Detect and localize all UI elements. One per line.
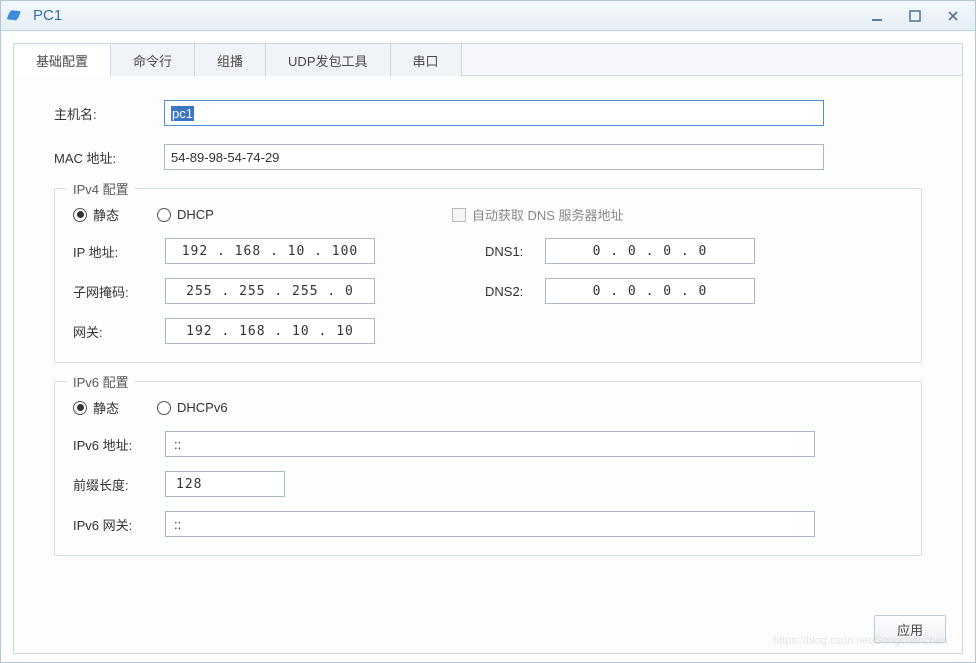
tab-cli[interactable]: 命令行 bbox=[111, 44, 195, 76]
ipv6-addr-row: IPv6 地址: :: bbox=[73, 431, 903, 457]
radio-icon bbox=[157, 208, 171, 222]
dns2-input[interactable]: 0 . 0 . 0 . 0 bbox=[545, 278, 755, 304]
radio-icon bbox=[73, 208, 87, 222]
apply-label: 应用 bbox=[897, 620, 923, 639]
ipv6-prefix-input[interactable]: 128 bbox=[165, 471, 285, 497]
hostname-label: 主机名: bbox=[54, 104, 164, 123]
maximize-button[interactable] bbox=[899, 5, 931, 27]
radio-icon bbox=[157, 401, 171, 415]
gw-input[interactable]: 192 . 168 . 10 . 10 bbox=[165, 318, 375, 344]
content-frame: 基础配置 命令行 组播 UDP发包工具 串口 主机名: pc1 MAC 地址: … bbox=[13, 43, 963, 654]
tab-bar: 基础配置 命令行 组播 UDP发包工具 串口 bbox=[14, 44, 962, 76]
ipv4-dhcp-radio[interactable]: DHCP bbox=[157, 207, 214, 222]
mac-input[interactable]: 54-89-98-54-74-29 bbox=[164, 144, 824, 170]
auto-dns-checkbox[interactable]: 自动获取 DNS 服务器地址 bbox=[452, 205, 624, 224]
mask-value: 255 . 255 . 255 . 0 bbox=[186, 284, 354, 299]
ipv6-prefix-value: 128 bbox=[176, 477, 202, 492]
ipv4-gw-row: 网关: 192 . 168 . 10 . 10 bbox=[73, 318, 903, 344]
dns1-value: 0 . 0 . 0 . 0 bbox=[593, 244, 708, 259]
ipv4-static-radio[interactable]: 静态 bbox=[73, 205, 119, 224]
dns1-label: DNS1: bbox=[485, 244, 545, 259]
ip-input[interactable]: 192 . 168 . 10 . 100 bbox=[165, 238, 375, 264]
dns2-label: DNS2: bbox=[485, 284, 545, 299]
ipv6-addr-label: IPv6 地址: bbox=[73, 435, 165, 454]
minimize-button[interactable] bbox=[861, 5, 893, 27]
ipv4-radio-row: 静态 DHCP 自动获取 DNS 服务器地址 bbox=[73, 205, 903, 224]
checkbox-icon bbox=[452, 208, 466, 222]
hostname-value: pc1 bbox=[171, 106, 194, 121]
dns2-value: 0 . 0 . 0 . 0 bbox=[593, 284, 708, 299]
ipv6-gw-value: :: bbox=[174, 517, 181, 532]
ipv6-gw-row: IPv6 网关: :: bbox=[73, 511, 903, 537]
button-bar: 应用 bbox=[14, 607, 962, 653]
app-icon bbox=[7, 7, 25, 25]
ipv6-static-radio[interactable]: 静态 bbox=[73, 398, 119, 417]
ipv4-mask-row: 子网掩码: 255 . 255 . 255 . 0 DNS2: 0 . 0 . … bbox=[73, 278, 903, 304]
ip-label: IP 地址: bbox=[73, 242, 165, 261]
window-title: PC1 bbox=[33, 7, 855, 24]
hostname-input[interactable]: pc1 bbox=[164, 100, 824, 126]
title-bar: PC1 bbox=[1, 1, 975, 31]
tab-body: 主机名: pc1 MAC 地址: 54-89-98-54-74-29 IPv4 … bbox=[14, 76, 962, 607]
tab-basic-config[interactable]: 基础配置 bbox=[14, 45, 111, 77]
mask-label: 子网掩码: bbox=[73, 282, 165, 301]
mac-value: 54-89-98-54-74-29 bbox=[171, 150, 279, 165]
ipv4-static-label: 静态 bbox=[93, 205, 119, 224]
ipv6-dhcpv6-label: DHCPv6 bbox=[177, 400, 228, 415]
hostname-row: 主机名: pc1 bbox=[54, 100, 922, 126]
tab-multicast[interactable]: 组播 bbox=[195, 44, 266, 76]
ipv4-legend: IPv4 配置 bbox=[67, 179, 135, 198]
gw-value: 192 . 168 . 10 . 10 bbox=[186, 324, 354, 339]
ipv4-ip-row: IP 地址: 192 . 168 . 10 . 100 DNS1: 0 . 0 … bbox=[73, 238, 903, 264]
ipv6-prefix-label: 前缀长度: bbox=[73, 475, 165, 494]
ipv6-gw-input[interactable]: :: bbox=[165, 511, 815, 537]
gw-label: 网关: bbox=[73, 322, 165, 341]
ipv6-addr-input[interactable]: :: bbox=[165, 431, 815, 457]
mac-label: MAC 地址: bbox=[54, 148, 164, 167]
close-button[interactable] bbox=[937, 5, 969, 27]
radio-icon bbox=[73, 401, 87, 415]
ip-value: 192 . 168 . 10 . 100 bbox=[182, 244, 359, 259]
ipv6-dhcpv6-radio[interactable]: DHCPv6 bbox=[157, 400, 228, 415]
ipv6-addr-value: :: bbox=[174, 437, 181, 452]
ipv6-radio-row: 静态 DHCPv6 bbox=[73, 398, 903, 417]
auto-dns-label: 自动获取 DNS 服务器地址 bbox=[472, 205, 624, 224]
ipv6-fieldset: IPv6 配置 静态 DHCPv6 IPv6 地址: :: bbox=[54, 381, 922, 556]
ipv4-dhcp-label: DHCP bbox=[177, 207, 214, 222]
mac-row: MAC 地址: 54-89-98-54-74-29 bbox=[54, 144, 922, 170]
ipv6-prefix-row: 前缀长度: 128 bbox=[73, 471, 903, 497]
app-window: PC1 基础配置 命令行 组播 UDP发包工具 串口 主机名: pc1 bbox=[0, 0, 976, 663]
ipv6-gw-label: IPv6 网关: bbox=[73, 515, 165, 534]
ipv6-legend: IPv6 配置 bbox=[67, 372, 135, 391]
mask-input[interactable]: 255 . 255 . 255 . 0 bbox=[165, 278, 375, 304]
ipv6-static-label: 静态 bbox=[93, 398, 119, 417]
tab-serial[interactable]: 串口 bbox=[391, 44, 462, 76]
dns1-input[interactable]: 0 . 0 . 0 . 0 bbox=[545, 238, 755, 264]
apply-button[interactable]: 应用 bbox=[874, 615, 946, 643]
tab-udp-tool[interactable]: UDP发包工具 bbox=[266, 44, 390, 76]
ipv4-fieldset: IPv4 配置 静态 DHCP 自动获取 DNS 服务器地址 bbox=[54, 188, 922, 363]
